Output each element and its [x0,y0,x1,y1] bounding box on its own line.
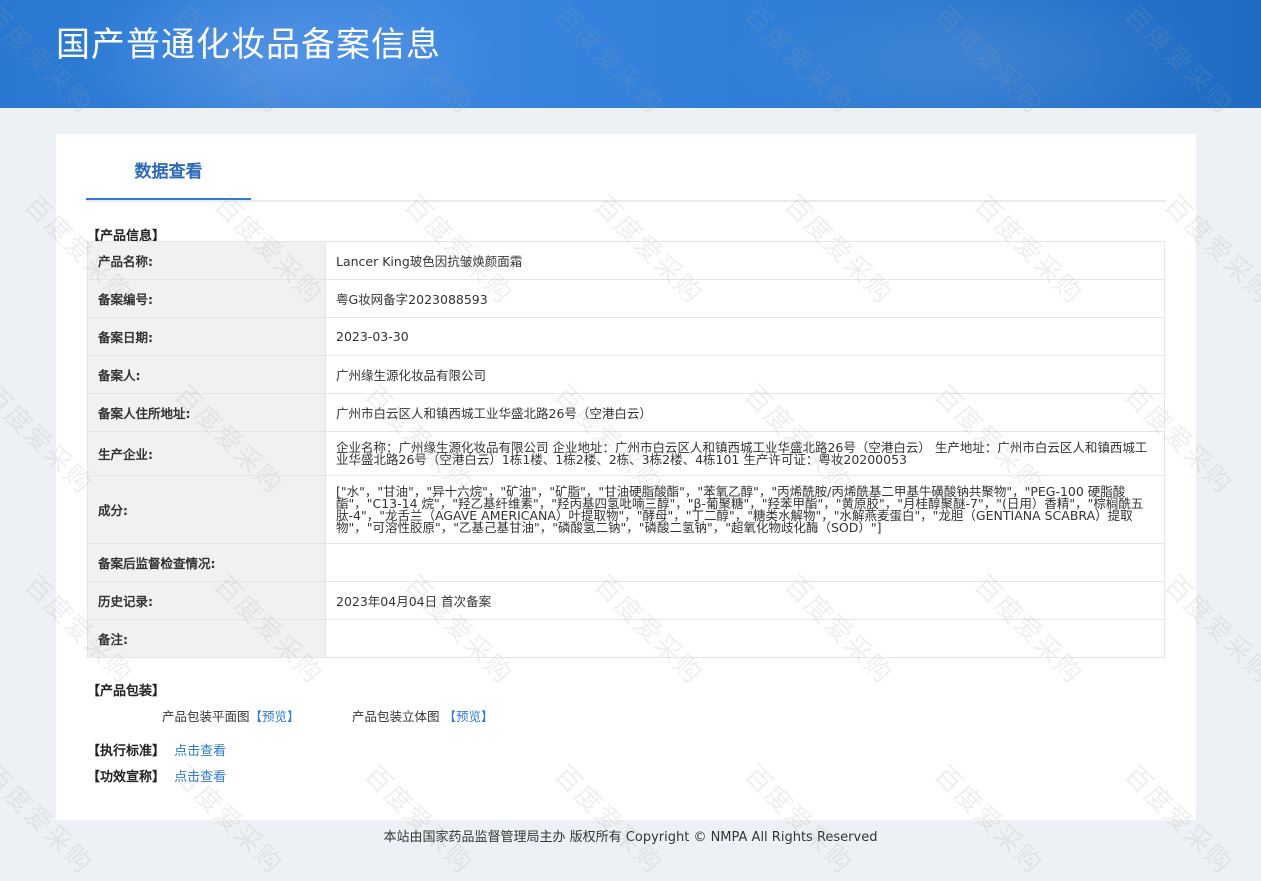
efficacy-view-link[interactable]: 点击查看 [174,770,226,785]
table-row: 备注: [87,619,1165,658]
table-row: 成分: ["水"，"甘油"，"异十六烷"，"矿油"，"矿脂"，"甘油硬脂酸酯"，… [87,475,1165,544]
row-key: 历史记录: [87,581,326,620]
row-key: 备注: [87,619,326,658]
tab-data-view[interactable]: 数据查看 [86,134,251,200]
page-header: 国产普通化妆品备案信息 [0,0,1261,108]
site-title: 国产普通化妆品备案信息 [56,25,441,65]
standard-view-link[interactable]: 点击查看 [174,744,226,759]
table-row: 生产企业: 企业名称：广州缘生源化妆品有限公司 企业地址：广州市白云区人和镇西城… [87,431,1165,476]
footer: 本站由国家药品监督管理局主办 版权所有 Copyright © NMPA All… [383,830,878,845]
row-value [325,543,1165,582]
row-value: 粤G妆网备字2023088593 [325,279,1165,318]
row-key: 备案人: [87,355,326,394]
table-row: 历史记录: 2023年04月04日 首次备案 [87,581,1165,620]
row-value: 广州市白云区人和镇西城工业华盛北路26号（空港白云） [325,393,1165,432]
tab-bar: 数据查看 [86,134,1166,202]
package-solid-label: 产品包装立体图 [352,709,440,724]
standard-label: 【执行标准】 [87,744,166,759]
row-key: 产品名称: [87,241,326,280]
standard-row: 【执行标准】 点击查看 [87,740,226,759]
row-key: 备案编号: [87,279,326,318]
table-row: 备案编号: 粤G妆网备字2023088593 [87,279,1165,318]
content-panel: 数据查看 【产品信息】 产品名称: Lancer King玻色因抗皱焕颜面霜 备… [56,134,1196,820]
package-solid-preview-link[interactable]: 【预览】 [444,709,494,724]
package-flat-preview-link[interactable]: 【预览】 [250,709,300,724]
row-value: 企业名称：广州缘生源化妆品有限公司 企业地址：广州市白云区人和镇西城工业华盛北路… [325,431,1165,476]
row-value: 2023-03-30 [325,317,1165,356]
row-key: 备案日期: [87,317,326,356]
table-row: 备案日期: 2023-03-30 [87,317,1165,356]
row-value [325,619,1165,658]
row-value: 2023年04月04日 首次备案 [325,581,1165,620]
row-key: 生产企业: [87,431,326,476]
table-row: 备案后监督检查情况: [87,543,1165,582]
package-solid-item: 产品包装立体图 【预览】 [352,706,494,725]
row-key: 成分: [87,475,326,544]
row-value: 广州缘生源化妆品有限公司 [325,355,1165,394]
product-info-table: 产品名称: Lancer King玻色因抗皱焕颜面霜 备案编号: 粤G妆网备字2… [87,241,1165,658]
row-value: Lancer King玻色因抗皱焕颜面霜 [325,241,1165,280]
table-row: 产品名称: Lancer King玻色因抗皱焕颜面霜 [87,241,1165,280]
row-key: 备案后监督检查情况: [87,543,326,582]
efficacy-row: 【功效宣称】 点击查看 [87,766,226,785]
table-row: 备案人: 广州缘生源化妆品有限公司 [87,355,1165,394]
package-flat-label: 产品包装平面图 [162,709,250,724]
table-row: 备案人住所地址: 广州市白云区人和镇西城工业华盛北路26号（空港白云） [87,393,1165,432]
row-key: 备案人住所地址: [87,393,326,432]
row-value: ["水"，"甘油"，"异十六烷"，"矿油"，"矿脂"，"甘油硬脂酸酯"，"苯氧乙… [325,475,1165,544]
packaging-heading: 【产品包装】 [87,684,166,699]
efficacy-label: 【功效宣称】 [87,770,166,785]
package-flat-item: 产品包装平面图【预览】 [162,706,300,725]
